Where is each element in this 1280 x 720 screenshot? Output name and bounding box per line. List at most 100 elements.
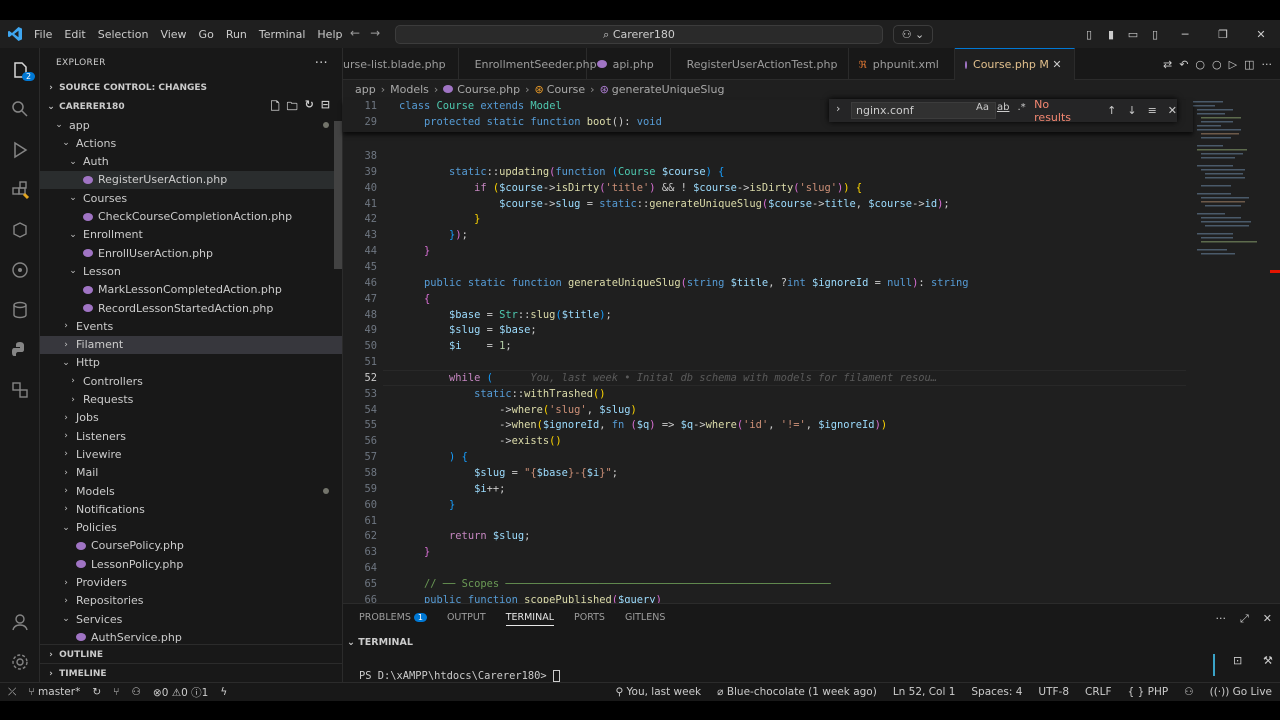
back-arrow-icon[interactable]: ← — [350, 26, 360, 40]
tree-folder[interactable]: ⌄ Services — [40, 610, 342, 628]
branch-item[interactable]: ⑂ master* — [28, 686, 80, 698]
git-graph-icon[interactable]: ⑂ — [113, 686, 119, 698]
terminal-shell-icon[interactable]: ⊡ — [1233, 654, 1242, 667]
tree-folder[interactable]: ⌄ Auth — [40, 153, 342, 171]
menu-view[interactable]: View — [154, 28, 192, 41]
problems-status[interactable]: ⊗0 ⚠0 ⓘ1 — [153, 685, 208, 700]
regex-toggle[interactable]: .* — [1017, 102, 1025, 113]
lightning-icon[interactable]: ϟ — [220, 686, 227, 698]
extensions-icon[interactable] — [8, 178, 32, 202]
close-find-icon[interactable]: ✕ — [1168, 104, 1177, 117]
breadcrumb-item[interactable]: Models — [390, 83, 429, 96]
tab-ports[interactable]: PORTS — [574, 612, 605, 626]
find-in-selection-icon[interactable]: ≡ — [1148, 104, 1157, 117]
toggle-primary-sidebar-icon[interactable]: ▯ — [1078, 28, 1100, 41]
copilot-icon[interactable]: ⚇ — [1184, 686, 1193, 698]
tree-folder[interactable]: ⌄ Courses — [40, 189, 342, 207]
more-actions-icon[interactable]: ··· — [315, 56, 328, 71]
maximize-panel-icon[interactable]: ⤢ — [1240, 612, 1249, 626]
tree-folder[interactable]: › Jobs — [40, 409, 342, 427]
menu-go[interactable]: Go — [193, 28, 220, 41]
database-icon[interactable] — [8, 298, 32, 322]
tab-enrollment-seeder[interactable]: EnrollmentSeeder.php — [459, 48, 597, 80]
project-section[interactable]: ⌄ CARERER180 🗋 🗀 ↻ ⊟ — [40, 98, 342, 116]
tree-file[interactable]: MarkLessonCompletedAction.php — [40, 281, 342, 299]
tree-folder[interactable]: › Requests — [40, 391, 342, 409]
copilot-status-icon[interactable]: ⚇ — [131, 686, 140, 698]
tab-output[interactable]: OUTPUT — [447, 612, 486, 626]
new-folder-icon[interactable]: 🗀 — [287, 98, 298, 117]
previous-match-icon[interactable]: ↑ — [1107, 104, 1116, 117]
tree-folder[interactable]: › Controllers — [40, 372, 342, 390]
tab-register-user-action-test[interactable]: RegisterUserActionTest.php — [671, 48, 849, 80]
breadcrumb-item[interactable]: generateUniqueSlug — [612, 83, 725, 96]
tree-folder[interactable]: ⌄ Policies — [40, 519, 342, 537]
tree-folder[interactable]: › Events — [40, 317, 342, 335]
tree-file[interactable]: LessonPolicy.php — [40, 555, 342, 573]
tree-file[interactable]: RecordLessonStartedAction.php — [40, 299, 342, 317]
scm-changes-section[interactable]: › SOURCE CONTROL: CHANGES — [40, 78, 342, 98]
tab-gitlens[interactable]: GITLENS — [625, 612, 665, 626]
copilot-button[interactable]: ⚇ ⌄ — [893, 25, 933, 44]
collapse-all-icon[interactable]: ⊟ — [321, 98, 330, 117]
tree-file[interactable]: RegisterUserAction.php — [40, 170, 342, 189]
tree-folder[interactable]: › Listeners — [40, 427, 342, 445]
next-match-icon[interactable]: ↓ — [1127, 104, 1136, 117]
prev-change-icon[interactable]: ○ — [1195, 58, 1205, 71]
menu-selection[interactable]: Selection — [92, 28, 155, 41]
menu-edit[interactable]: Edit — [58, 28, 91, 41]
go-live-button[interactable]: ((·)) Go Live — [1210, 686, 1272, 698]
forward-arrow-icon[interactable]: → — [370, 26, 380, 40]
tree-folder[interactable]: ⌄ Actions — [40, 134, 342, 152]
tree-file[interactable]: CoursePolicy.php — [40, 537, 342, 555]
tree-folder[interactable]: › Repositories — [40, 592, 342, 610]
tree-folder[interactable]: › Providers — [40, 574, 342, 592]
terminal-prompt[interactable]: PS D:\xAMPP\htdocs\Carerer180> — [359, 670, 560, 682]
tab-course-list-blade[interactable]: urse-list.blade.php — [343, 48, 459, 80]
maximize-button[interactable]: ❐ — [1204, 28, 1242, 41]
tree-file[interactable]: CheckCourseCompletionAction.php — [40, 208, 342, 226]
toggle-sidebar-icon[interactable]: ▮ — [1100, 28, 1122, 41]
sync-icon[interactable]: ↻ — [92, 686, 101, 698]
run-debug-icon[interactable] — [8, 138, 32, 162]
settings-gear-icon[interactable] — [8, 650, 32, 674]
sidebar-scrollbar[interactable] — [334, 121, 342, 269]
toggle-replace-icon[interactable]: › — [836, 102, 840, 115]
tree-file[interactable]: EnrollUserAction.php — [40, 244, 342, 262]
containers-icon[interactable] — [8, 218, 32, 242]
menu-help[interactable]: Help — [311, 28, 348, 41]
toggle-panel-icon[interactable]: ▭ — [1122, 28, 1144, 41]
tab-terminal[interactable]: TERMINAL — [505, 612, 554, 626]
refresh-icon[interactable]: ↻ — [305, 98, 314, 117]
more-actions-icon[interactable]: ··· — [1215, 612, 1226, 626]
menu-terminal[interactable]: Terminal — [253, 28, 312, 41]
tab-phpunit-xml[interactable]: ℜphpunit.xml — [849, 48, 955, 80]
remote-explorer-icon[interactable] — [8, 378, 32, 402]
minimap[interactable] — [1187, 99, 1273, 599]
menu-run[interactable]: Run — [220, 28, 253, 41]
commit-author-status[interactable]: ⌀ Blue-chocolate (1 week ago) — [717, 686, 877, 698]
new-file-icon[interactable]: 🗋 — [271, 98, 280, 117]
search-view-icon[interactable] — [8, 97, 32, 121]
command-center-search[interactable]: ⌕ Carerer180 — [395, 25, 883, 44]
tree-folder[interactable]: › Notifications — [40, 500, 342, 518]
line-ending[interactable]: CRLF — [1085, 686, 1112, 698]
more-actions-icon[interactable]: ··· — [1262, 58, 1273, 71]
timeline-section[interactable]: › TIMELINE — [40, 663, 342, 682]
tree-folder[interactable]: ⌄ app — [40, 116, 342, 134]
close-window-button[interactable]: ✕ — [1242, 28, 1280, 41]
indentation[interactable]: Spaces: 4 — [971, 686, 1022, 698]
whole-word-toggle[interactable]: ab — [997, 102, 1009, 113]
tree-folder[interactable]: › Livewire — [40, 445, 342, 463]
close-panel-icon[interactable]: ✕ — [1263, 612, 1272, 626]
outline-section[interactable]: › OUTLINE — [40, 644, 342, 664]
terminal-tools-icon[interactable]: ⚒ — [1263, 654, 1273, 667]
tree-folder[interactable]: › Filament — [40, 335, 342, 354]
toggle-secondary-sidebar-icon[interactable]: ▯ — [1144, 28, 1166, 41]
tree-folder[interactable]: › Models — [40, 482, 342, 500]
breadcrumb-item[interactable]: Course.php — [457, 83, 520, 96]
menu-file[interactable]: File — [28, 28, 58, 41]
language-mode[interactable]: { } PHP — [1128, 686, 1169, 698]
next-change-icon[interactable]: ○ — [1212, 58, 1222, 71]
split-editor-icon[interactable]: ◫ — [1244, 58, 1254, 71]
